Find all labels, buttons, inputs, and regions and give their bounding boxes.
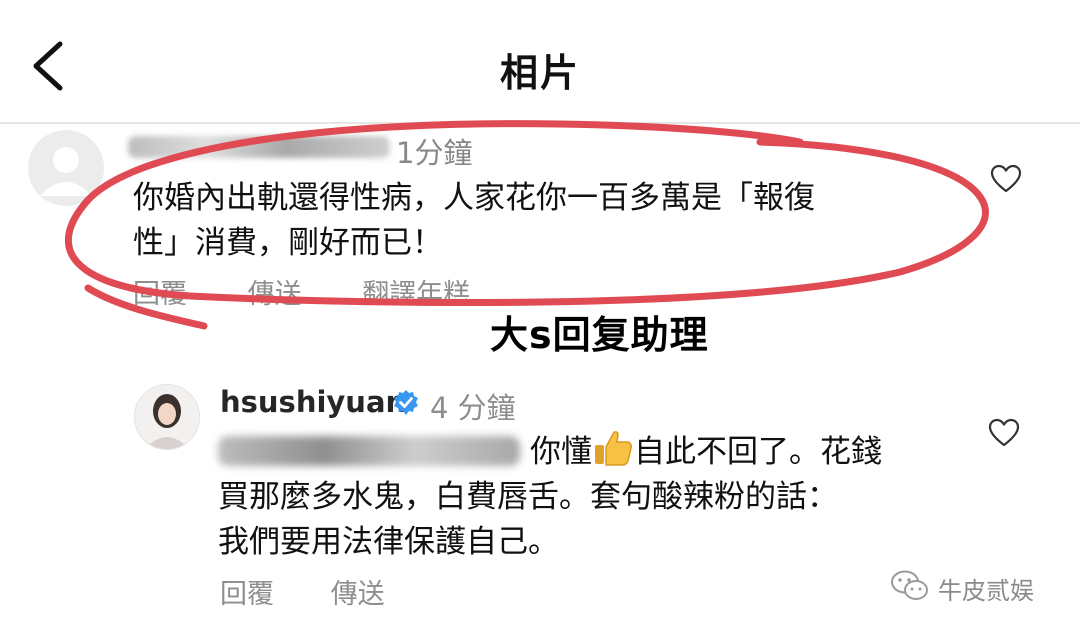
comment-text-line: 我們要用法律保護自己。	[218, 524, 559, 560]
watermark-text: 牛皮贰娱	[938, 576, 1034, 605]
send-button[interactable]: 傳送	[331, 572, 385, 611]
comment-time: 4 分鐘	[430, 391, 516, 425]
annotation-label: 大s回复助理	[490, 313, 709, 357]
wechat-icon	[890, 569, 930, 607]
heart-icon[interactable]	[988, 418, 1020, 448]
reply-button[interactable]: 回覆	[220, 572, 274, 611]
comment-text-line: 你懂 自此不回了。花錢	[218, 428, 978, 475]
avatar[interactable]	[134, 384, 200, 450]
comment-text: 你懂 自此不回了。花錢 買那麼多水鬼，白費唇舌。套句酸辣粉的話： 我們要用法律保…	[218, 428, 978, 565]
comment-text-segment: 自此不回了。花錢	[634, 434, 882, 470]
comment-actions: 回覆 傳送	[220, 572, 433, 611]
thumbs-up-icon	[592, 428, 634, 468]
watermark: 牛皮贰娱	[890, 568, 1034, 608]
username[interactable]: hsushiyuan	[220, 385, 406, 419]
verified-badge-icon	[392, 389, 420, 417]
comment-text-segment: 你懂	[530, 434, 592, 470]
comment-text-line: 買那麼多水鬼，白費唇舌。套句酸辣粉的話：	[218, 479, 838, 515]
